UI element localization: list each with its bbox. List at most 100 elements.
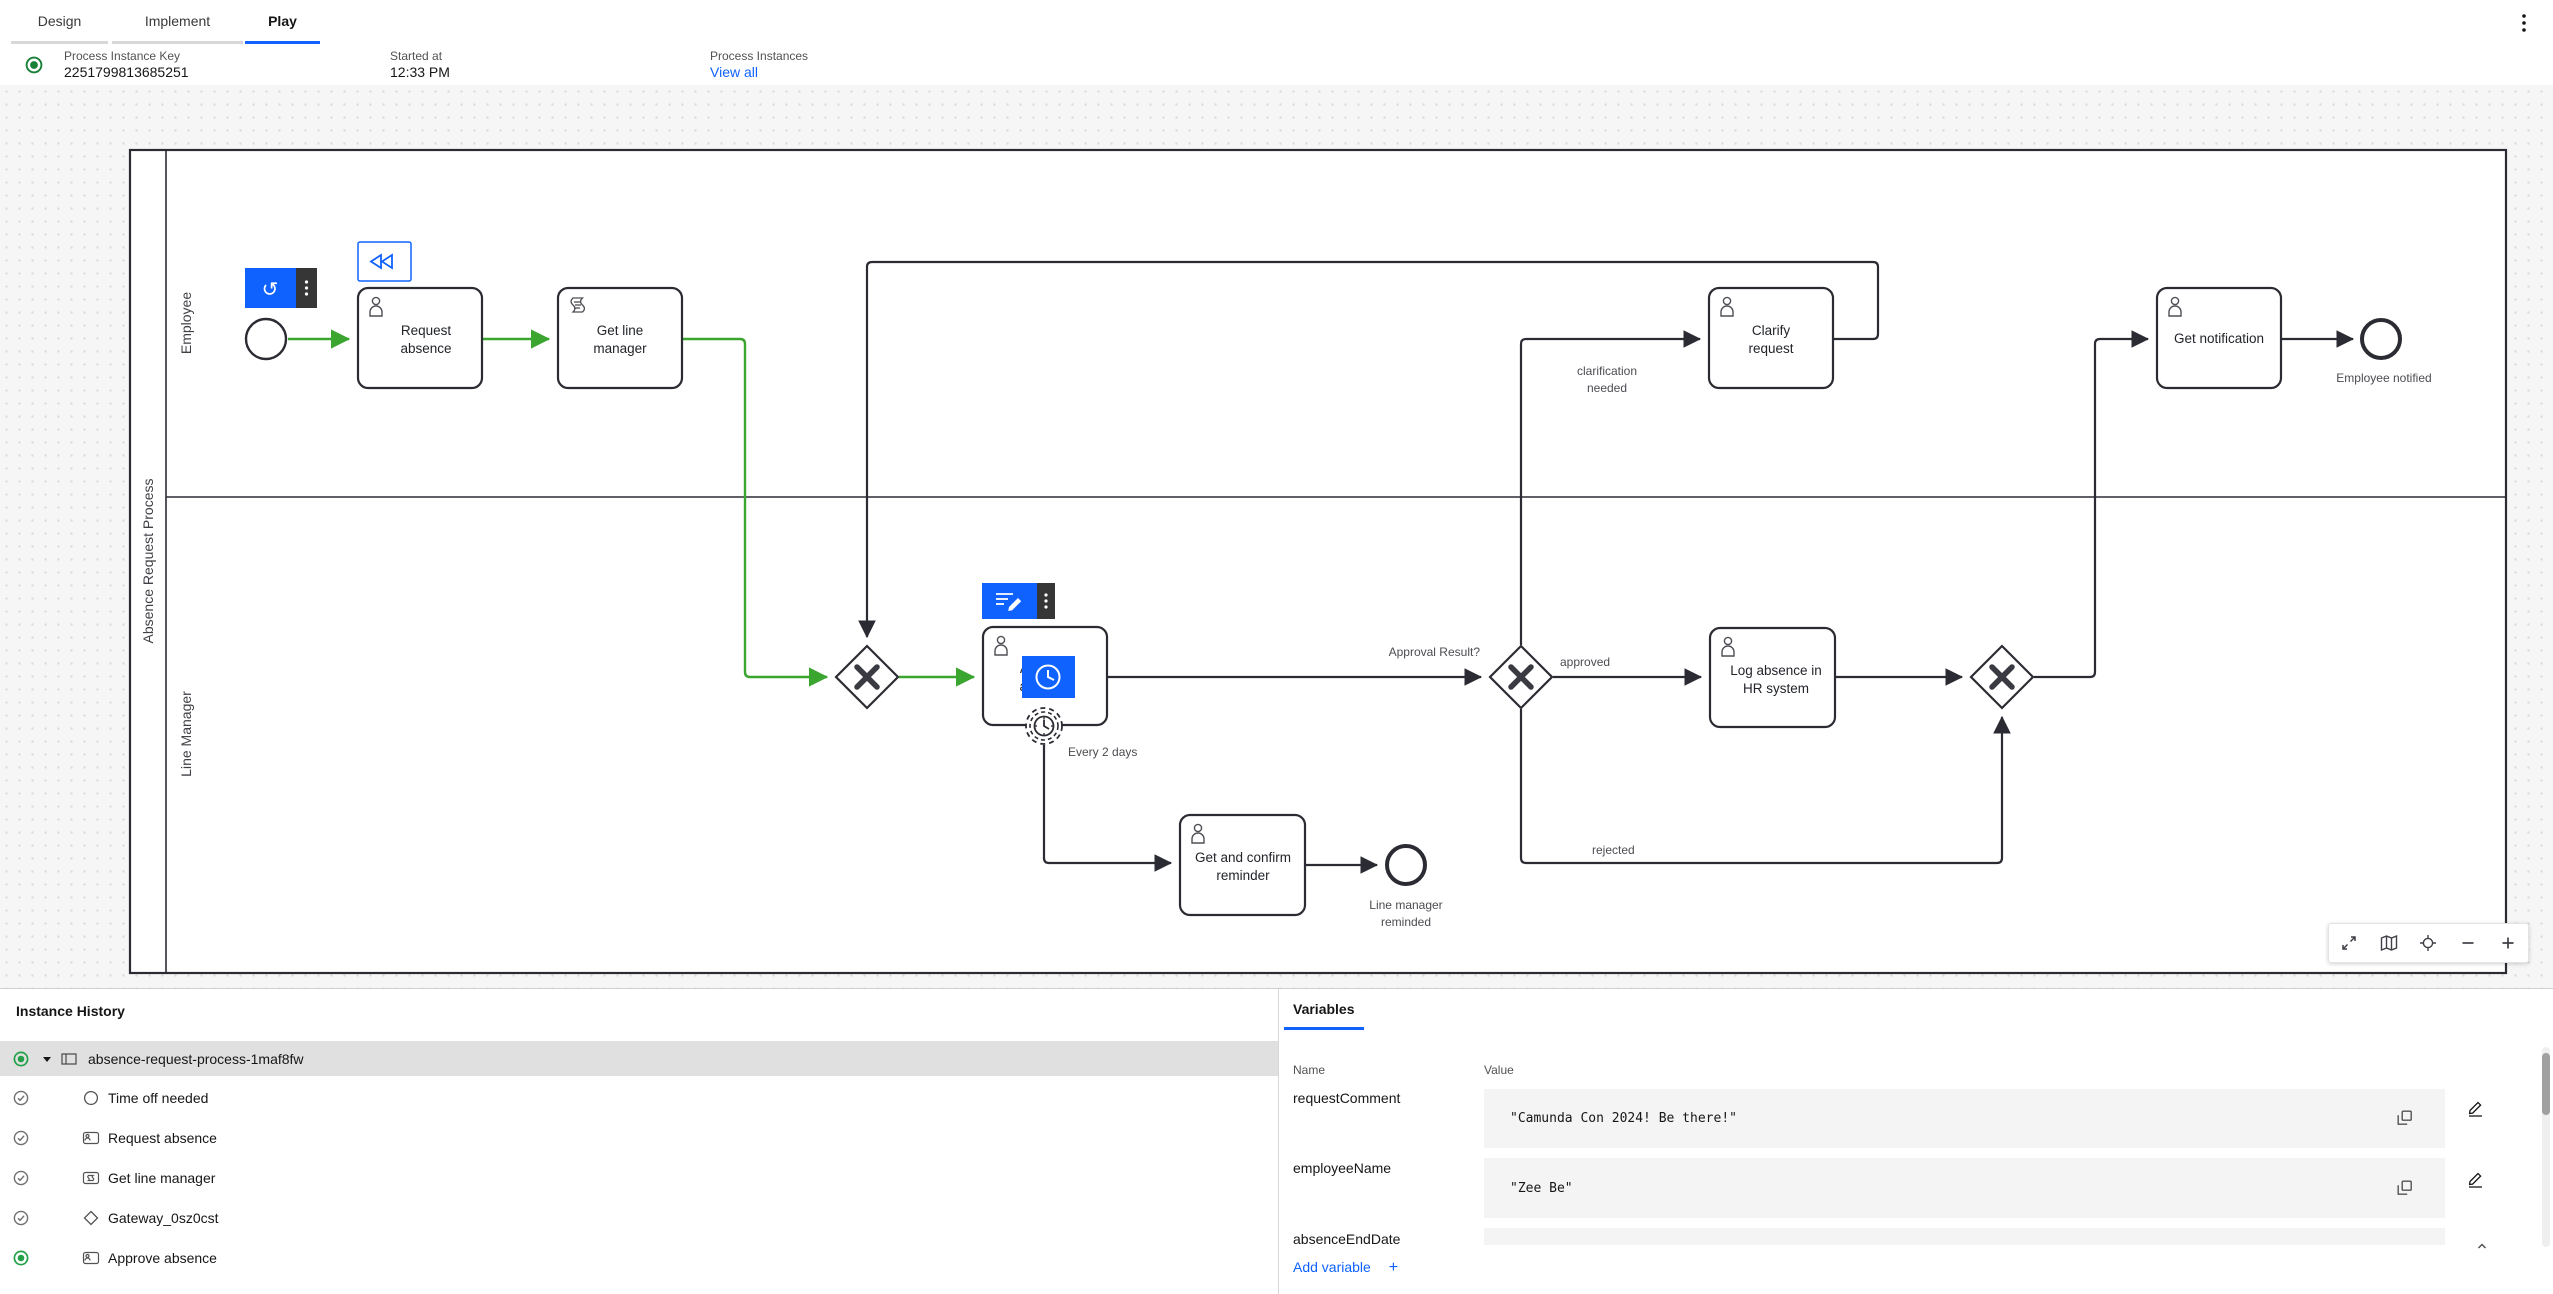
task-log-absence[interactable]: Log absence in HR system — [1708, 626, 1837, 729]
script-task-icon — [82, 1169, 100, 1187]
completed-check-icon — [12, 1089, 30, 1107]
tab-design-label: Design — [37, 12, 82, 29]
top-tab-bar: Design Implement Play — [0, 0, 2553, 44]
process-instance-key-group: Process Instance Key 2251799813685251 — [64, 50, 189, 80]
start-event-action-badge[interactable]: ↺ — [245, 268, 317, 308]
play-mode-screen: Design Implement Play Process Instance K… — [0, 0, 2553, 1294]
history-row-label: Request absence — [108, 1130, 217, 1146]
tab-design[interactable]: Design — [11, 0, 108, 44]
view-all-link[interactable]: View all — [710, 64, 758, 80]
start-event-icon — [82, 1089, 100, 1107]
task-get-confirm-reminder-l2: reminder — [1216, 868, 1270, 883]
variable-name: absenceEndDate — [1293, 1231, 1401, 1247]
task-get-notification-l1: Get notification — [2174, 331, 2264, 346]
label-every-2-days: Every 2 days — [1068, 745, 1137, 759]
boundary-timer-event[interactable] — [1025, 707, 1063, 745]
lane-employee-label: Employee — [178, 292, 194, 354]
label-approval-result: Approval Result? — [1389, 645, 1481, 659]
process-icon — [60, 1050, 78, 1068]
diagram-toolbar — [2328, 923, 2529, 963]
task-request-absence-l1: Request — [401, 323, 452, 338]
variable-value-field[interactable]: "Zee Be" — [1484, 1158, 2445, 1218]
task-get-notification[interactable]: Get notification — [2155, 286, 2283, 390]
start-event-time-off-needed[interactable] — [244, 317, 288, 361]
task-request-absence[interactable]: Request absence — [356, 286, 484, 390]
history-row-label: Approve absence — [108, 1250, 217, 1266]
history-row[interactable]: Approve absence — [0, 1238, 1278, 1278]
history-row[interactable]: Gateway_0sz0cst — [0, 1198, 1278, 1238]
end-employee-notified-label: Employee notified — [2336, 371, 2431, 385]
process-instances-label: Process Instances — [710, 49, 809, 63]
task-request-absence-l2: absence — [400, 341, 451, 356]
zoom-in-button[interactable] — [2491, 926, 2525, 960]
bpmn-canvas[interactable]: Absence Request Process Employee Line Ma… — [0, 85, 2553, 988]
process-instance-key-label: Process Instance Key — [64, 49, 181, 63]
caret-down-icon[interactable] — [40, 1052, 54, 1066]
pool-absence-request-process[interactable]: Absence Request Process Employee Line Ma… — [128, 148, 2508, 975]
history-row-root[interactable]: absence-request-process-1maf8fw — [0, 1041, 1278, 1076]
badge-kebab-icon[interactable] — [304, 280, 309, 296]
task-clarify-request-l2: request — [1748, 341, 1793, 356]
history-row[interactable]: Get line manager — [0, 1158, 1278, 1198]
variables-panel: Variables Name Value requestComment "Cam… — [1278, 989, 2553, 1294]
completed-check-icon — [12, 1169, 30, 1187]
history-row-label: Time off needed — [108, 1090, 209, 1106]
end-lm-reminded-l2: reminded — [1381, 915, 1431, 929]
variable-name: employeeName — [1293, 1160, 1392, 1176]
badge-kebab-icon[interactable] — [1044, 593, 1048, 609]
value-column-header: Value — [1484, 1063, 1514, 1077]
started-at-label: Started at — [390, 49, 443, 63]
started-at-value: 12:33 PM — [390, 64, 450, 80]
minimap-button[interactable] — [2372, 926, 2406, 960]
gateway-icon — [82, 1209, 100, 1227]
add-variable-label[interactable]: Add variable — [1293, 1259, 1371, 1275]
history-row-label: Get line manager — [108, 1170, 216, 1186]
lane-line-manager-label: Line Manager — [178, 691, 194, 777]
tab-variables[interactable]: Variables — [1284, 1001, 1364, 1030]
restart-icon[interactable]: ↺ — [262, 279, 279, 301]
active-radio-icon — [12, 1249, 30, 1267]
approve-absence-action-badge[interactable] — [982, 583, 1055, 619]
completed-check-icon — [12, 1129, 30, 1147]
task-get-line-manager[interactable]: Get line manager — [556, 286, 684, 390]
variable-value-field[interactable] — [1484, 1228, 2445, 1245]
add-variable-plus-icon[interactable]: + — [1389, 1259, 1398, 1276]
variable-value-field[interactable]: "Camunda Con 2024! Be there!" — [1484, 1089, 2445, 1148]
bpmn-diagram: Absence Request Process Employee Line Ma… — [128, 148, 2508, 975]
label-clarification-l2: needed — [1587, 381, 1627, 395]
reset-view-button[interactable] — [2411, 926, 2445, 960]
advance-time-badge[interactable] — [1022, 656, 1075, 698]
variable-value: "Camunda Con 2024! Be there!" — [1510, 1111, 1737, 1126]
tab-implement-label: Implement — [144, 12, 211, 29]
process-instance-key-value: 2251799813685251 — [64, 64, 189, 80]
variables-scrollbar[interactable] — [2542, 1047, 2550, 1247]
fit-viewport-button[interactable] — [2332, 926, 2366, 960]
task-get-confirm-reminder[interactable]: Get and confirm reminder — [1178, 813, 1307, 917]
name-column-header: Name — [1293, 1063, 1326, 1077]
history-row[interactable]: Time off needed — [0, 1078, 1278, 1118]
add-variable-button[interactable]: Add variable + — [1293, 1259, 1398, 1277]
instance-active-icon — [24, 55, 44, 80]
tab-implement[interactable]: Implement — [112, 0, 243, 44]
started-at-group: Started at 12:33 PM — [390, 50, 450, 80]
pool-label: Absence Request Process — [140, 479, 156, 644]
copy-icon[interactable] — [2392, 1175, 2418, 1201]
task-log-absence-l1: Log absence in — [1730, 663, 1822, 678]
bottom-panels: Instance History absence-request-process… — [0, 988, 2553, 1294]
history-row[interactable]: Request absence — [0, 1118, 1278, 1158]
zoom-out-button[interactable] — [2451, 926, 2485, 960]
edit-variable-icon[interactable] — [2462, 1094, 2488, 1120]
instance-history-panel: Instance History absence-request-process… — [0, 989, 1278, 1294]
task-clarify-request[interactable]: Clarify request — [1707, 286, 1835, 390]
overflow-menu-icon[interactable] — [2512, 8, 2536, 38]
tab-play[interactable]: Play — [245, 0, 320, 44]
task-clarify-request-l1: Clarify — [1752, 323, 1791, 338]
rewind-token-badge[interactable] — [357, 241, 412, 282]
variables-scrollbar-thumb[interactable] — [2542, 1053, 2550, 1115]
chevron-up-icon[interactable] — [2469, 1233, 2495, 1259]
edit-variable-icon[interactable] — [2462, 1165, 2488, 1191]
end-lm-reminded-l1: Line manager — [1369, 898, 1442, 912]
history-root-label: absence-request-process-1maf8fw — [88, 1050, 304, 1067]
copy-icon[interactable] — [2392, 1105, 2418, 1131]
user-task-icon — [82, 1129, 100, 1147]
